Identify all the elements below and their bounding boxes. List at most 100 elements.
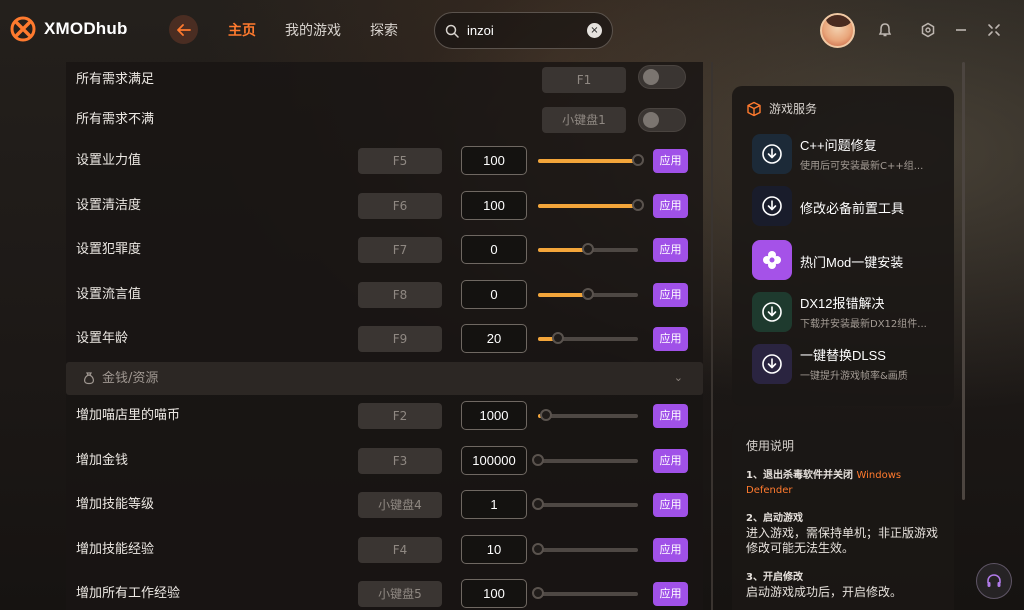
- chevron-down-icon: ⌄: [673, 371, 683, 384]
- slider-thumb[interactable]: [632, 198, 644, 211]
- section-header-money[interactable]: 金钱/资源 ⌄: [66, 362, 703, 395]
- slider-row: 设置流言值 F8 0 应用: [66, 273, 703, 317]
- hotkey-badge[interactable]: F2: [358, 403, 442, 429]
- value-slider[interactable]: [538, 243, 638, 257]
- apply-button[interactable]: 应用: [653, 282, 688, 307]
- option-label: 所有需求不满: [76, 112, 155, 127]
- slider-thumb[interactable]: [552, 332, 564, 345]
- value-slider[interactable]: [538, 409, 638, 423]
- services-header: 游戏服务: [746, 100, 817, 117]
- toggle-switch[interactable]: [638, 65, 686, 89]
- apply-button[interactable]: 应用: [653, 582, 688, 607]
- hotkey-badge[interactable]: F6: [358, 192, 442, 219]
- minimize-icon[interactable]: [952, 21, 970, 39]
- avatar[interactable]: [820, 13, 855, 48]
- service-item[interactable]: C++问题修复使用后可安装最新C++组...: [752, 134, 952, 174]
- step-3: 3、开启修改 启动游戏成功后，开启修改。: [746, 570, 946, 600]
- nav-explore[interactable]: 探索: [370, 20, 398, 40]
- service-item[interactable]: DX12报错解决 下载并安装最新DX12组件...: [752, 292, 952, 332]
- services-title: 游戏服务: [769, 102, 818, 116]
- value-input[interactable]: 100000: [461, 445, 527, 475]
- hotkey-badge[interactable]: 小键盘5: [358, 581, 442, 608]
- value-slider[interactable]: [538, 287, 638, 302]
- value-slider[interactable]: [538, 154, 644, 168]
- option-label: 所有需求满足: [76, 72, 155, 87]
- step-heading: 2、启动游戏: [746, 513, 803, 524]
- step-heading: 3、开启修改: [746, 572, 803, 583]
- apply-button[interactable]: 应用: [653, 327, 688, 352]
- option-label: 设置清洁度: [76, 197, 142, 213]
- slider-thumb[interactable]: [540, 409, 552, 421]
- step-2: 2、启动游戏 进入游戏，需保持单机；非正版游戏修改可能无法生效。: [746, 511, 946, 556]
- apply-button[interactable]: 应用: [653, 238, 688, 263]
- slider-thumb[interactable]: [582, 243, 594, 256]
- value-input[interactable]: 1: [461, 490, 527, 520]
- value-input[interactable]: 100: [461, 190, 527, 220]
- value-slider[interactable]: [538, 198, 644, 213]
- hotkey-badge[interactable]: F5: [358, 148, 442, 174]
- value-input[interactable]: 10: [461, 534, 527, 564]
- option-label: 增加金钱: [76, 452, 129, 468]
- option-label: 增加所有工作经验: [76, 586, 181, 602]
- apply-button[interactable]: 应用: [653, 448, 688, 473]
- slider-thumb[interactable]: [632, 154, 644, 166]
- search-icon: [445, 24, 459, 38]
- close-icon[interactable]: [985, 21, 1003, 39]
- hexagon-gear-icon[interactable]: [919, 21, 937, 39]
- search-box: ×: [434, 12, 613, 49]
- search-input[interactable]: [467, 23, 577, 38]
- slider-thumb[interactable]: [532, 542, 544, 555]
- hotkey-badge[interactable]: F8: [358, 281, 442, 308]
- service-desc: 一键提升游戏帧率&画质: [800, 371, 908, 382]
- nav-home[interactable]: 主页: [228, 20, 256, 40]
- value-slider[interactable]: [532, 542, 638, 557]
- scrollbar[interactable]: [962, 62, 965, 500]
- nav-my-games[interactable]: 我的游戏: [285, 20, 341, 40]
- value-slider[interactable]: [532, 453, 638, 468]
- slider-row: 设置犯罪度 F7 0 应用: [66, 228, 703, 272]
- download-icon: [752, 344, 792, 384]
- service-item[interactable]: 修改必备前置工具: [752, 186, 952, 226]
- value-input[interactable]: 20: [461, 324, 527, 354]
- toggle-switch[interactable]: [638, 108, 686, 132]
- hotkey-badge[interactable]: F4: [358, 536, 442, 563]
- slider-thumb[interactable]: [532, 498, 544, 511]
- download-icon: [752, 186, 792, 226]
- hotkey-badge[interactable]: F3: [358, 447, 442, 474]
- value-input[interactable]: 0: [461, 279, 527, 309]
- value-input[interactable]: 1000: [461, 401, 527, 430]
- apply-button[interactable]: 应用: [653, 493, 688, 518]
- service-item[interactable]: 一键替换DLSS 一键提升游戏帧率&画质: [752, 344, 952, 384]
- bell-icon[interactable]: [876, 21, 894, 39]
- apply-button[interactable]: 应用: [653, 537, 688, 562]
- service-item[interactable]: 热门Mod一键安装: [752, 240, 952, 280]
- slider-row: 增加所有工作经验 小键盘5 100 应用: [66, 572, 703, 610]
- main-nav: 主页 我的游戏 探索: [228, 20, 398, 40]
- slider-row: 设置年龄 F9 20 应用: [66, 317, 703, 361]
- value-input[interactable]: 100: [461, 579, 527, 609]
- service-desc: 使用后可安装最新C++组...: [800, 161, 924, 172]
- hotkey-badge[interactable]: F9: [358, 326, 442, 353]
- service-name: C++问题修复: [800, 138, 877, 153]
- hotkey-badge[interactable]: F1: [542, 67, 626, 93]
- logo-text: XMODhub: [44, 19, 128, 38]
- apply-button[interactable]: 应用: [653, 149, 688, 173]
- support-button[interactable]: [976, 563, 1012, 599]
- value-input[interactable]: 0: [461, 235, 527, 265]
- step-1: 1、退出杀毒软件并关闭 Windows Defender: [746, 468, 946, 498]
- back-button[interactable]: [169, 15, 198, 44]
- slider-thumb[interactable]: [532, 453, 544, 466]
- slider-thumb[interactable]: [582, 287, 594, 300]
- option-label: 增加喵店里的喵币: [76, 408, 181, 423]
- apply-button[interactable]: 应用: [653, 193, 688, 218]
- hotkey-badge[interactable]: F7: [358, 237, 442, 264]
- value-slider[interactable]: [532, 498, 638, 512]
- slider-thumb[interactable]: [532, 587, 544, 600]
- value-input[interactable]: 100: [461, 146, 527, 175]
- hotkey-badge[interactable]: 小键盘4: [358, 492, 442, 519]
- hotkey-badge[interactable]: 小键盘1: [542, 107, 626, 133]
- value-slider[interactable]: [538, 332, 638, 346]
- apply-button[interactable]: 应用: [653, 404, 688, 428]
- search-clear-button[interactable]: ×: [587, 23, 602, 38]
- value-slider[interactable]: [532, 587, 638, 601]
